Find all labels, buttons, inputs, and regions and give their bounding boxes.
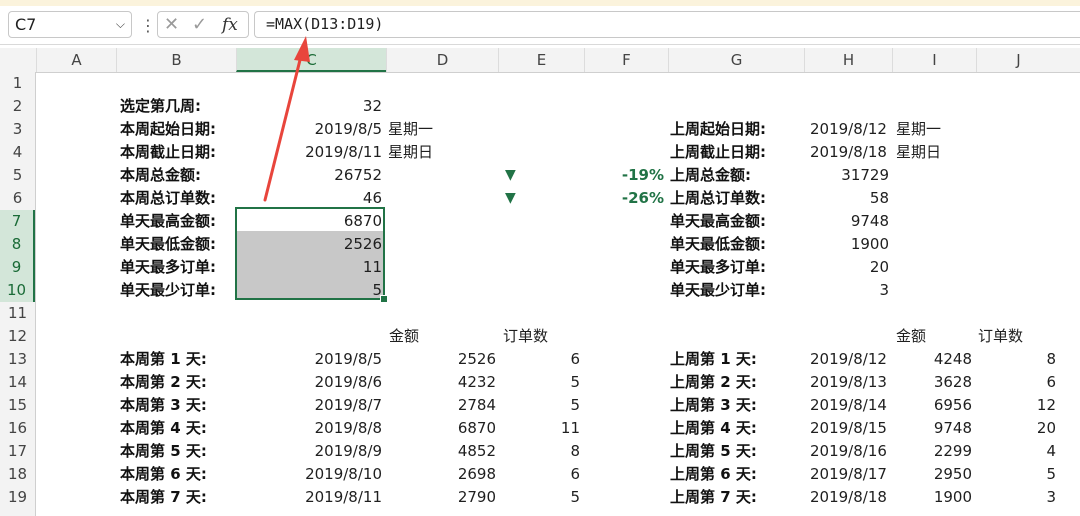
annotation-arrow xyxy=(263,36,310,202)
